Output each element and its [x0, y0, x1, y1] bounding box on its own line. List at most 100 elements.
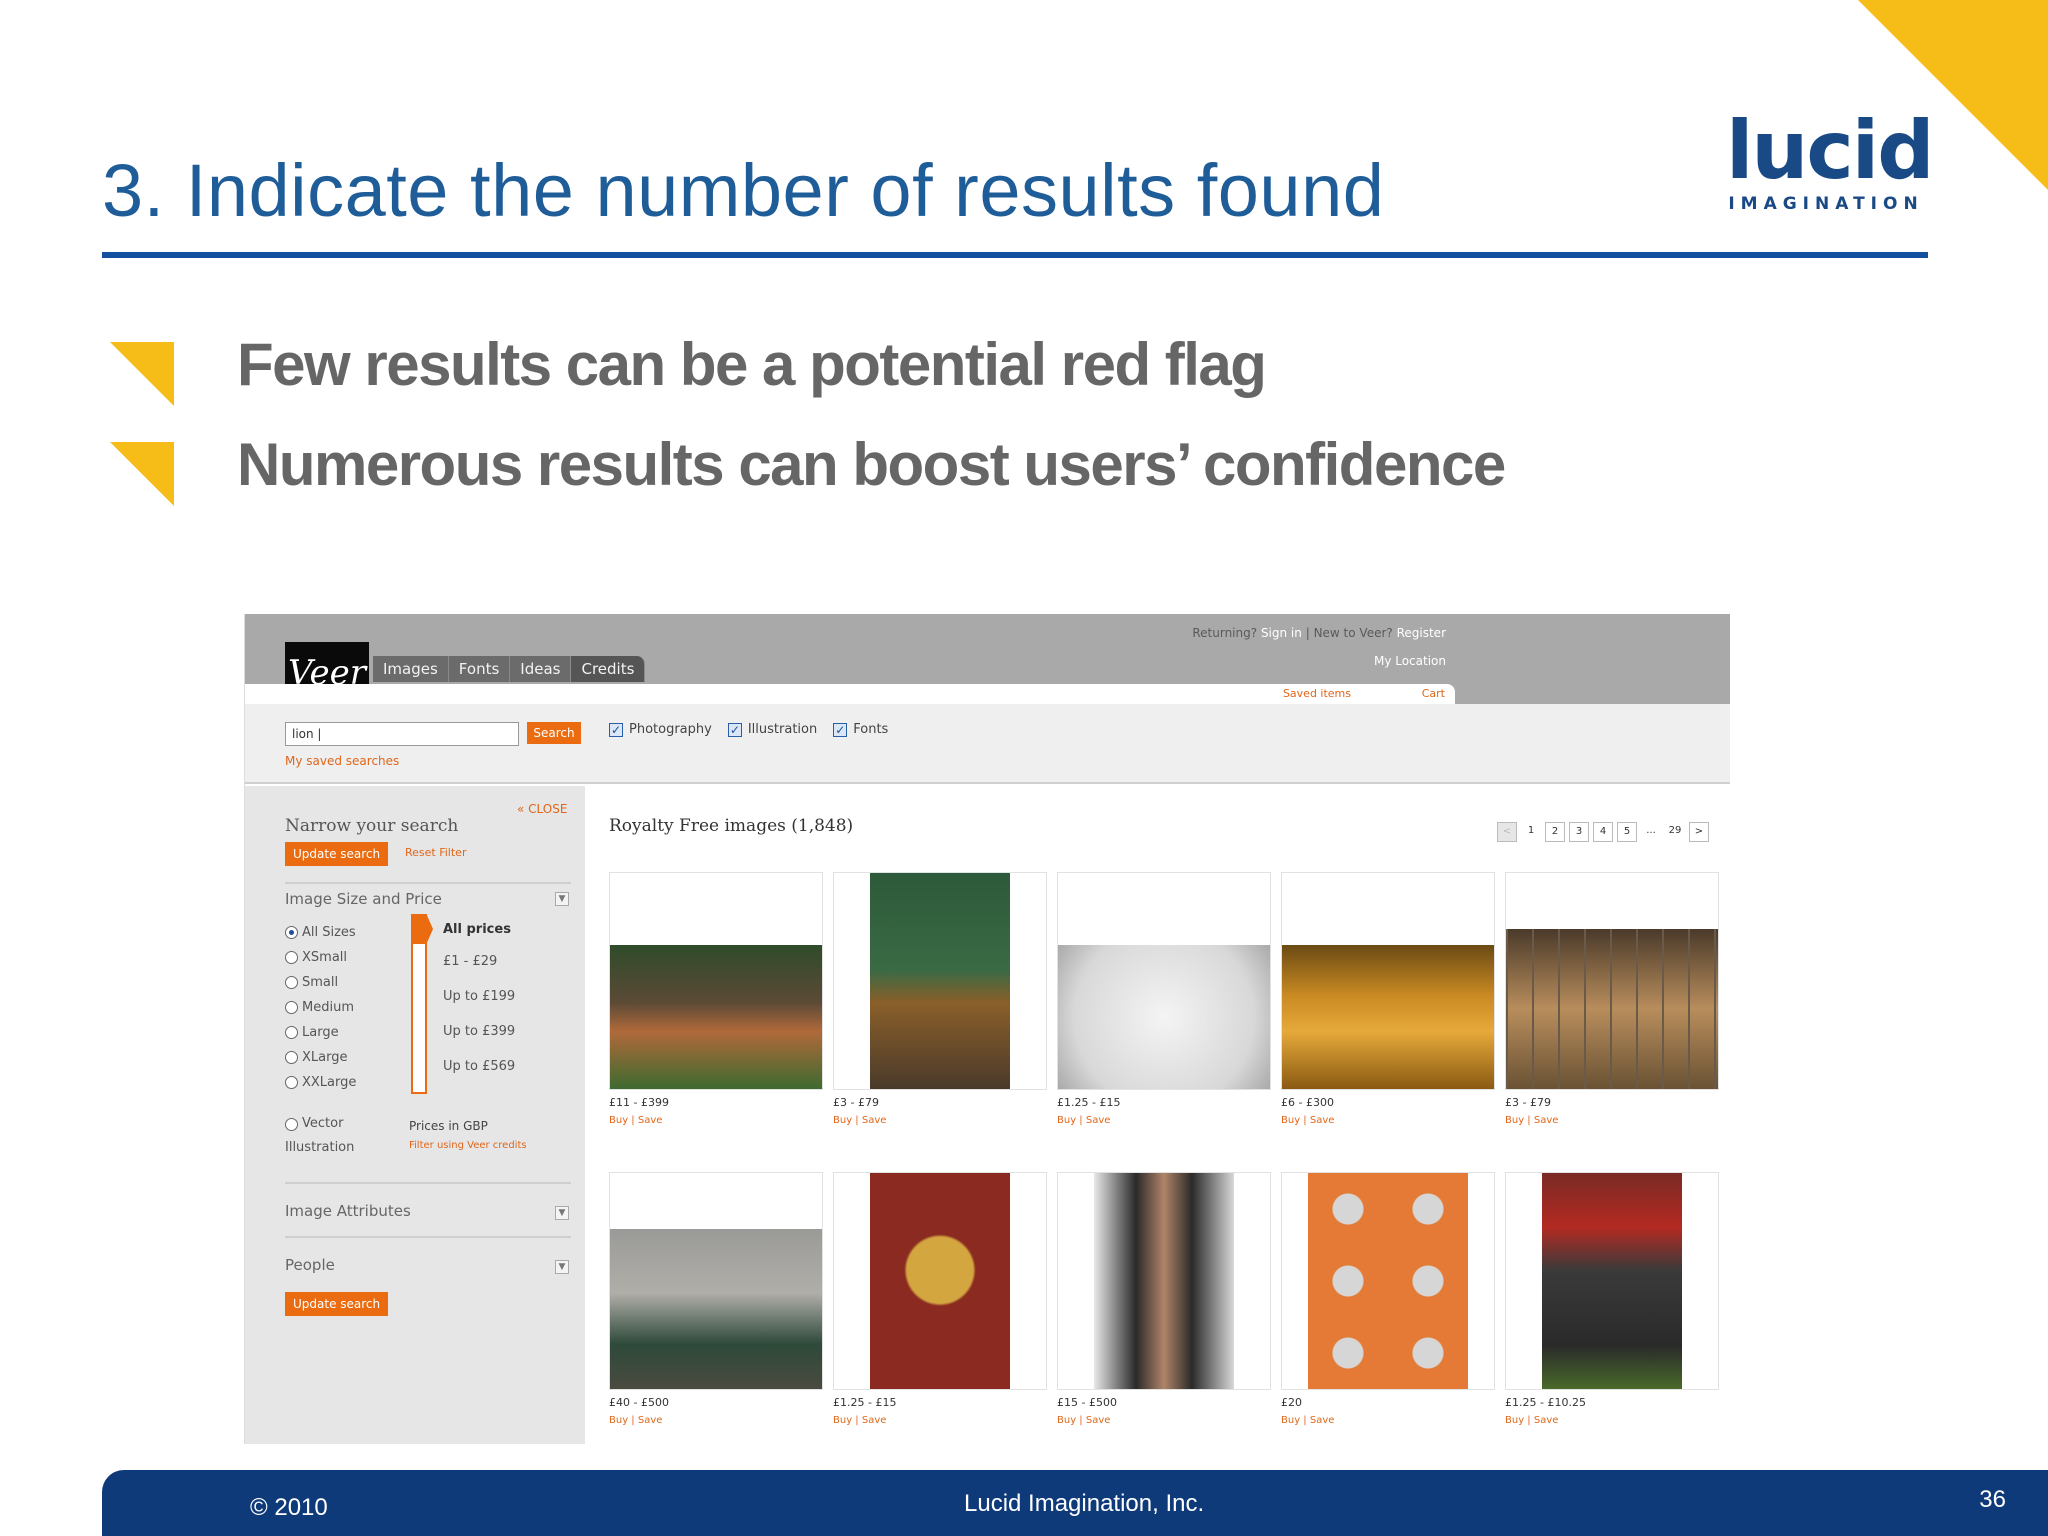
buy-link[interactable]: Buy	[1057, 1115, 1076, 1126]
page-2[interactable]: 2	[1545, 822, 1565, 842]
price-option[interactable]: Up to £199	[443, 989, 515, 1024]
search-input[interactable]: lion |	[285, 722, 519, 746]
people-heading[interactable]: People	[285, 1256, 335, 1274]
tab-fonts[interactable]: Fonts	[448, 656, 511, 682]
result-thumbnail[interactable]	[1505, 1172, 1719, 1390]
image-attributes-heading[interactable]: Image Attributes	[285, 1202, 411, 1220]
save-link[interactable]: Save	[1310, 1415, 1335, 1426]
filter-credits-link[interactable]: Filter using Veer credits	[409, 1136, 527, 1156]
checkbox-icon[interactable]: ✓	[609, 722, 623, 737]
copyright: © 2010	[250, 1494, 328, 1521]
result-price: £15 - £500	[1057, 1396, 1117, 1409]
radio-icon[interactable]	[285, 1026, 298, 1039]
chevron-down-icon[interactable]: ▼	[555, 1260, 569, 1274]
save-link[interactable]: Save	[1310, 1115, 1335, 1126]
result-thumbnail[interactable]	[609, 1172, 823, 1390]
next-page-button[interactable]: >	[1689, 822, 1709, 842]
size-option[interactable]: Large	[285, 1020, 356, 1045]
vector-option[interactable]: Vector Illustration	[285, 1112, 354, 1160]
close-link[interactable]: « CLOSE	[517, 802, 567, 816]
slide-title: 3. Indicate the number of results found	[102, 149, 1385, 232]
save-link[interactable]: Save	[1086, 1115, 1111, 1126]
result-thumbnail[interactable]	[609, 872, 823, 1090]
sidebar-heading: Narrow your search	[285, 816, 459, 836]
my-location-link[interactable]: My Location	[1374, 654, 1446, 668]
price-option[interactable]: £1 - £29	[443, 954, 515, 989]
sign-in-link[interactable]: Sign in	[1261, 626, 1302, 640]
page-3[interactable]: 3	[1569, 822, 1589, 842]
category-fonts[interactable]: ✓ Fonts	[833, 722, 888, 737]
save-link[interactable]: Save	[1534, 1415, 1559, 1426]
result-thumbnail[interactable]	[833, 872, 1047, 1090]
search-button[interactable]: Search	[527, 722, 581, 744]
page-4[interactable]: 4	[1593, 822, 1613, 842]
page-5[interactable]: 5	[1617, 822, 1637, 842]
result-thumbnail[interactable]	[1057, 1172, 1271, 1390]
prev-page-button[interactable]: <	[1497, 822, 1517, 842]
buy-link[interactable]: Buy	[833, 1415, 852, 1426]
result-actions: Buy | Save	[609, 1415, 663, 1426]
buy-link[interactable]: Buy	[1505, 1415, 1524, 1426]
result-thumbnail[interactable]	[1505, 872, 1719, 1090]
save-link[interactable]: Save	[638, 1415, 663, 1426]
checkbox-icon[interactable]: ✓	[727, 722, 742, 737]
checkbox-icon[interactable]: ✓	[833, 722, 848, 737]
save-link[interactable]: Save	[1086, 1415, 1111, 1426]
radio-icon[interactable]	[285, 976, 298, 989]
radio-icon[interactable]	[285, 1051, 298, 1064]
result-thumbnail[interactable]	[1057, 872, 1271, 1090]
tab-credits[interactable]: Credits	[571, 656, 646, 682]
logo-subtitle: IMAGINATION	[1728, 194, 1924, 214]
size-option[interactable]: XSmall	[285, 945, 356, 970]
radio-icon[interactable]	[285, 1117, 298, 1131]
price-slider-handle[interactable]	[411, 914, 433, 944]
size-option[interactable]: XLarge	[285, 1045, 356, 1070]
price-option[interactable]: Up to £569	[443, 1059, 515, 1094]
buy-link[interactable]: Buy	[609, 1115, 628, 1126]
buy-link[interactable]: Buy	[1505, 1115, 1524, 1126]
result-item: £6 - £300 Buy | Save	[1281, 872, 1495, 1172]
chevron-down-icon[interactable]: ▼	[555, 892, 569, 906]
size-option[interactable]: Medium	[285, 995, 356, 1020]
save-link[interactable]: Save	[638, 1115, 663, 1126]
buy-link[interactable]: Buy	[833, 1115, 852, 1126]
radio-icon[interactable]	[285, 951, 298, 964]
save-link[interactable]: Save	[862, 1115, 887, 1126]
category-illustration[interactable]: ✓ Illustration	[727, 722, 817, 737]
buy-link[interactable]: Buy	[1281, 1415, 1300, 1426]
buy-link[interactable]: Buy	[609, 1415, 628, 1426]
register-link[interactable]: Register	[1397, 626, 1446, 640]
result-thumbnail[interactable]	[1281, 872, 1495, 1090]
update-search-button[interactable]: Update search	[285, 842, 389, 866]
saved-searches-link[interactable]: My saved searches	[285, 754, 399, 768]
tab-ideas[interactable]: Ideas	[510, 656, 572, 682]
reset-filter-link[interactable]: Reset Filter	[405, 846, 466, 859]
tab-images[interactable]: Images	[373, 656, 449, 682]
chevron-down-icon[interactable]: ▼	[555, 1206, 569, 1220]
save-link[interactable]: Save	[862, 1415, 887, 1426]
cart-link[interactable]: Cart	[1422, 687, 1445, 700]
bullet-text: Numerous results can boost users’ confid…	[237, 431, 1506, 498]
size-option[interactable]: All Sizes	[285, 920, 356, 945]
size-option[interactable]: XXLarge	[285, 1070, 356, 1095]
update-search-button-bottom[interactable]: Update search	[285, 1292, 389, 1316]
radio-icon[interactable]	[285, 1076, 298, 1089]
save-link[interactable]: Save	[1534, 1115, 1559, 1126]
radio-icon[interactable]	[285, 926, 298, 939]
buy-link[interactable]: Buy	[1057, 1415, 1076, 1426]
saved-items-link[interactable]: Saved items	[1283, 687, 1351, 700]
buy-link[interactable]: Buy	[1281, 1115, 1300, 1126]
result-thumbnail[interactable]	[1281, 1172, 1495, 1390]
lion-mural-image	[610, 1229, 822, 1389]
page-1[interactable]: 1	[1521, 822, 1541, 842]
new-label: New to Veer?	[1313, 626, 1393, 640]
radio-icon[interactable]	[285, 1001, 298, 1014]
triangle-bullet-icon	[110, 442, 174, 506]
category-photography[interactable]: ✓ Photography	[609, 722, 712, 737]
price-option[interactable]: All prices	[443, 922, 515, 954]
page-29[interactable]: 29	[1665, 822, 1685, 842]
price-option[interactable]: Up to £399	[443, 1024, 515, 1059]
result-actions: Buy | Save	[1281, 1115, 1335, 1126]
size-option[interactable]: Small	[285, 970, 356, 995]
result-thumbnail[interactable]	[833, 1172, 1047, 1390]
